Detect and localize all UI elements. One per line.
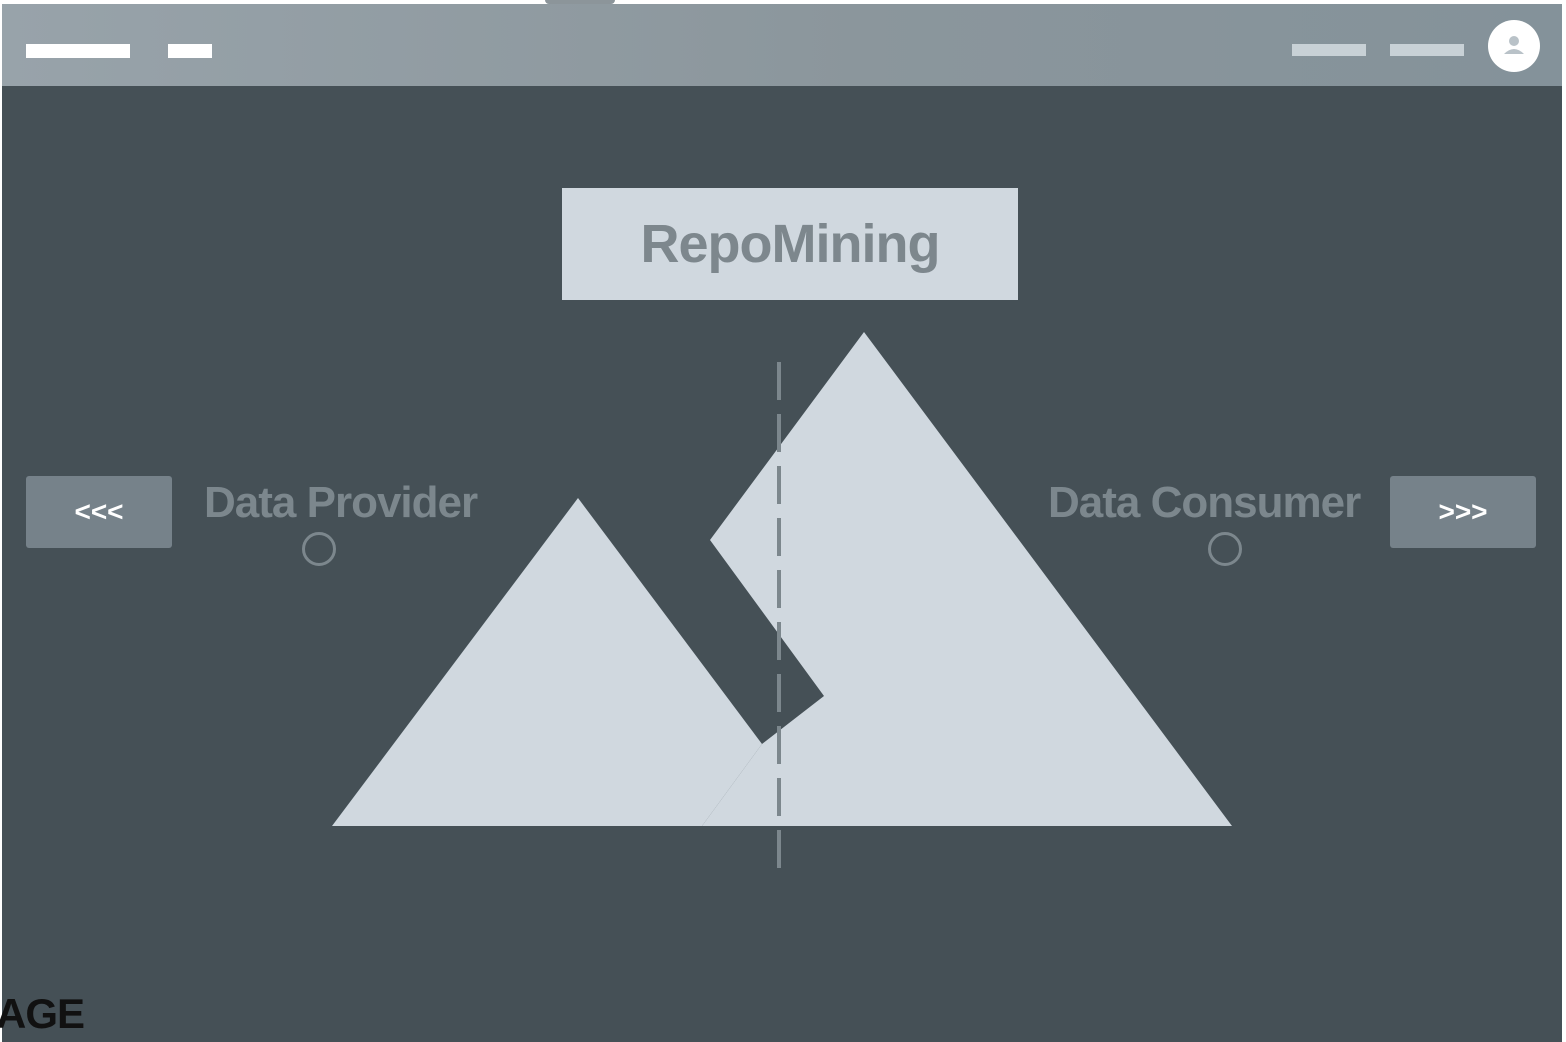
data-consumer-label: Data Consumer bbox=[1048, 478, 1361, 527]
small-mountain-shape bbox=[332, 498, 762, 826]
next-button-label: >>> bbox=[1438, 496, 1488, 527]
app-window: RepoMining <<< Data Provider Data Consum… bbox=[2, 4, 1562, 1042]
data-consumer-radio[interactable] bbox=[1208, 532, 1242, 566]
caption-text: AGE bbox=[0, 990, 85, 1037]
next-button[interactable]: >>> bbox=[1390, 476, 1536, 548]
screen-frame: RepoMining <<< Data Provider Data Consum… bbox=[0, 0, 1566, 1042]
data-provider-label: Data Provider bbox=[204, 478, 478, 527]
large-mountain-shape bbox=[702, 332, 1232, 826]
data-provider-radio[interactable] bbox=[302, 532, 336, 566]
previous-button-label: <<< bbox=[74, 496, 124, 527]
previous-button[interactable]: <<< bbox=[26, 476, 172, 548]
